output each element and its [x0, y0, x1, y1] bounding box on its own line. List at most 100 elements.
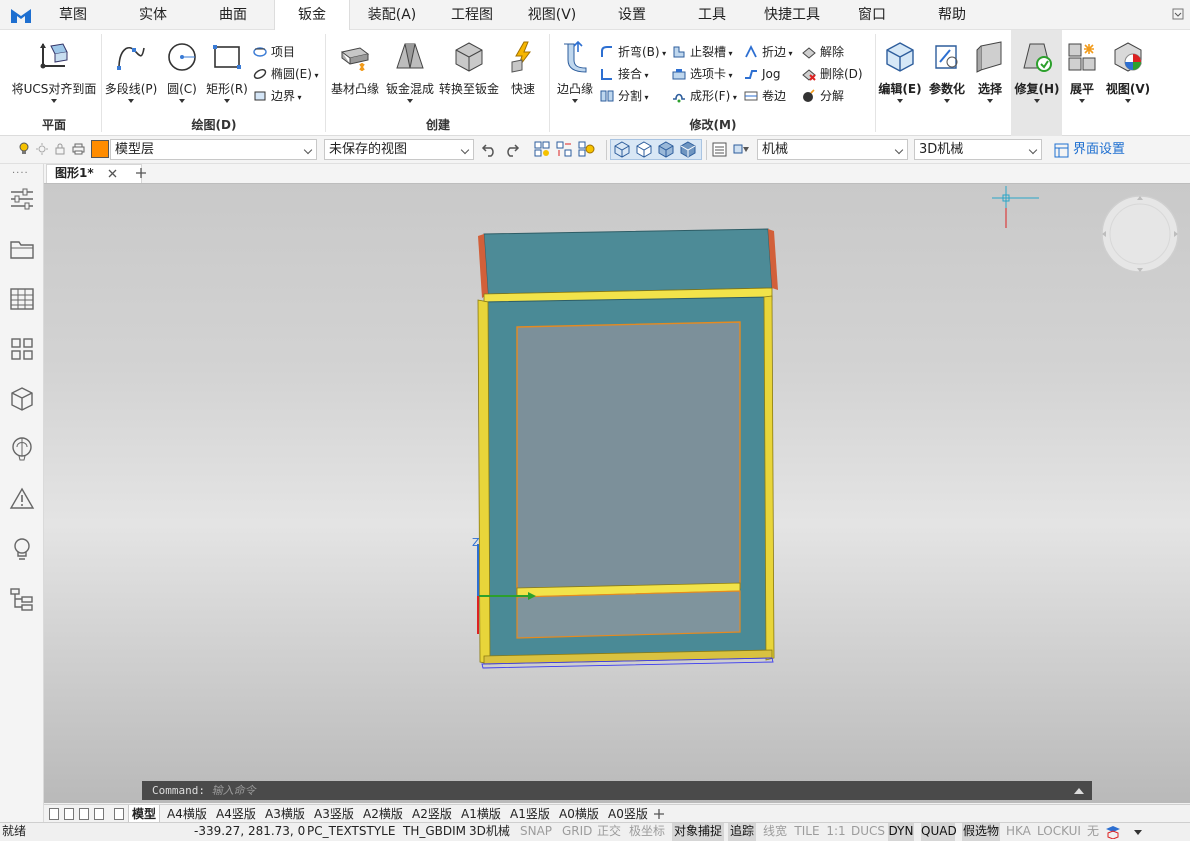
layout-tab[interactable]: A4竖版: [216, 805, 256, 823]
split-button[interactable]: 分割 ▾: [600, 86, 649, 106]
status-menu-chevron-icon[interactable]: [1134, 830, 1142, 835]
delete-button[interactable]: 删除(D): [802, 64, 863, 84]
status-toggle[interactable]: DUCS: [851, 823, 885, 841]
annotation-style-dropdown[interactable]: 机械: [757, 139, 908, 160]
edge-flange-button[interactable]: 边凸缘: [552, 40, 598, 103]
prev-layout-icon[interactable]: [64, 808, 74, 820]
hem-button[interactable]: 卷边: [744, 86, 786, 106]
layer-isolate-icon[interactable]: [578, 141, 595, 158]
status-toggle[interactable]: GRID: [562, 823, 592, 841]
boundary-button[interactable]: 边界 ▾: [253, 86, 302, 106]
layout-tab[interactable]: A1横版: [461, 805, 501, 823]
menu-drawing[interactable]: 工程图: [440, 0, 504, 30]
layout-tab[interactable]: A0竖版: [608, 805, 648, 823]
tree-icon[interactable]: [9, 586, 35, 612]
menu-surface[interactable]: 曲面: [204, 0, 262, 30]
repair-button[interactable]: 修复(H): [1012, 40, 1062, 103]
layer-state-icon[interactable]: [534, 141, 551, 158]
top-flap[interactable]: [483, 228, 773, 295]
shaded-icon[interactable]: [658, 141, 675, 158]
status-toggle[interactable]: QUAD: [921, 823, 957, 841]
workspace-dropdown[interactable]: 3D机械: [914, 139, 1042, 160]
status-workspace[interactable]: 3D机械: [469, 823, 510, 841]
menu-assembly[interactable]: 装配(A): [358, 0, 426, 30]
item-button[interactable]: 项目: [253, 42, 295, 62]
status-toggle[interactable]: TILE: [794, 823, 820, 841]
cube-icon[interactable]: [9, 386, 35, 412]
sliders-icon[interactable]: [9, 186, 35, 212]
lock-icon[interactable]: [54, 143, 66, 155]
menu-window[interactable]: 窗口: [846, 0, 898, 30]
navigation-wheel[interactable]: [1101, 195, 1179, 273]
layout-tab-model[interactable]: 模型: [128, 805, 161, 823]
status-toggle[interactable]: 假选物: [962, 823, 1000, 841]
app-logo-icon[interactable]: [10, 7, 32, 25]
properties-icon[interactable]: [711, 141, 728, 158]
menu-sketch[interactable]: 草图: [44, 0, 102, 30]
menu-quick-tools[interactable]: 快捷工具: [752, 0, 832, 30]
menu-view[interactable]: 视图(V): [518, 0, 586, 30]
layout-tab[interactable]: A1竖版: [510, 805, 550, 823]
inner-window[interactable]: [516, 321, 741, 595]
layout-tab[interactable]: A3竖版: [314, 805, 354, 823]
status-toggle[interactable]: 线宽: [762, 823, 788, 841]
first-layout-icon[interactable]: [49, 808, 59, 820]
status-toggle[interactable]: HKA: [1006, 823, 1031, 841]
idea-bulb-icon[interactable]: [9, 536, 35, 562]
command-line[interactable]: Command: 输入命令: [142, 781, 1092, 800]
menu-sheet-metal[interactable]: 钣金: [274, 0, 350, 31]
layout-tab[interactable]: A2竖版: [412, 805, 452, 823]
relief-button[interactable]: 止裂槽 ▾: [672, 42, 733, 62]
ellipse-button[interactable]: 椭圆(E) ▾: [253, 64, 319, 84]
status-toggle[interactable]: 追踪: [728, 823, 756, 841]
folder-icon[interactable]: [9, 236, 35, 262]
rectangle-button[interactable]: 矩形(R): [204, 40, 250, 103]
layout-tab[interactable]: A4横版: [167, 805, 207, 823]
warning-icon[interactable]: [9, 486, 35, 512]
document-tab[interactable]: 图形1*: [46, 164, 142, 183]
select-button[interactable]: 选择: [970, 40, 1010, 103]
base-flange-button[interactable]: 基材凸缘: [328, 40, 382, 97]
view-button[interactable]: 视图(V): [1104, 40, 1152, 103]
match-properties-icon[interactable]: [733, 141, 750, 158]
realistic-icon[interactable]: [680, 141, 697, 158]
menu-tools[interactable]: 工具: [684, 0, 740, 30]
form-button[interactable]: 成形(F) ▾: [672, 86, 737, 106]
printer-icon[interactable]: [72, 143, 85, 155]
saved-view-dropdown[interactable]: 未保存的视图: [324, 139, 474, 160]
command-history-icon[interactable]: [1074, 787, 1084, 794]
layout-tab[interactable]: A2横版: [363, 805, 403, 823]
undo-icon[interactable]: [481, 141, 498, 158]
explode-button[interactable]: 分解: [802, 86, 844, 106]
menu-solid[interactable]: 实体: [124, 0, 182, 30]
status-dimstyle[interactable]: TH_GBDIM: [403, 823, 466, 841]
ribbon-toggle-icon[interactable]: [1172, 8, 1184, 20]
hidden-line-icon[interactable]: [636, 141, 653, 158]
model-viewport[interactable]: Z: [44, 183, 1190, 803]
ucs-align-button[interactable]: 将UCS对齐到面: [6, 40, 102, 103]
edit-button[interactable]: 编辑(E): [877, 40, 923, 103]
joint-button[interactable]: 接合 ▾: [600, 64, 649, 84]
status-toggle[interactable]: DYN: [888, 823, 914, 841]
status-toggle[interactable]: 极坐标: [627, 823, 667, 841]
unfold-button[interactable]: 解除: [802, 42, 844, 62]
status-toggle[interactable]: LOCKUI: [1037, 823, 1081, 841]
rail-grip[interactable]: ····: [12, 168, 29, 179]
close-icon[interactable]: [108, 169, 117, 178]
wireframe-icon[interactable]: [614, 141, 631, 158]
circle-button[interactable]: 圆(C): [160, 40, 204, 103]
layer-dropdown[interactable]: 模型层: [110, 139, 317, 160]
status-toggle[interactable]: 1:1: [826, 823, 846, 841]
table-icon[interactable]: [9, 286, 35, 312]
jog-button[interactable]: Jog: [744, 64, 781, 84]
status-toggle[interactable]: 无: [1086, 823, 1100, 841]
layout-tab[interactable]: A0横版: [559, 805, 599, 823]
status-coordinates[interactable]: -339.27, 281.73, 0: [194, 823, 305, 841]
add-tab-icon[interactable]: [136, 168, 146, 178]
convert-sheet-button[interactable]: 转换至钣金: [438, 40, 500, 97]
layout-tab[interactable]: A3横版: [265, 805, 305, 823]
balloon-icon[interactable]: [9, 436, 35, 462]
lofted-bend-button[interactable]: 钣金混成: [384, 40, 436, 103]
menu-settings[interactable]: 设置: [604, 0, 660, 30]
status-toggle[interactable]: 对象捕捉: [672, 823, 724, 841]
